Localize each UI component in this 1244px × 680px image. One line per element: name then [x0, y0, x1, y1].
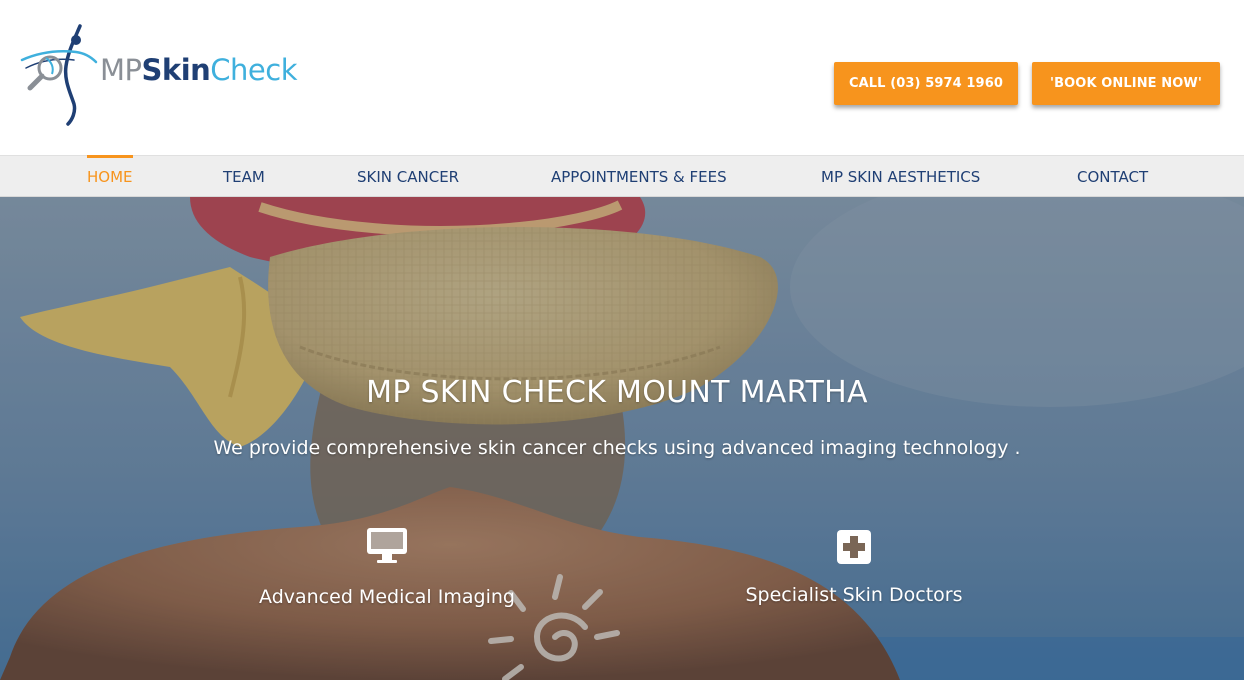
call-button[interactable]: CALL (03) 5974 1960	[834, 62, 1018, 105]
book-online-button[interactable]: 'BOOK ONLINE NOW'	[1032, 62, 1220, 105]
hero-banner: MP SKIN CHECK MOUNT MARTHA We provide co…	[0, 197, 1244, 680]
main-nav: HOME TEAM SKIN CANCER APPOINTMENTS & FEE…	[0, 155, 1244, 197]
feature-specialist-doctors: Specialist Skin Doctors	[694, 530, 1014, 606]
nav-item-skin-cancer[interactable]: SKIN CANCER	[357, 156, 459, 197]
feature-label: Specialist Skin Doctors	[745, 584, 963, 606]
desktop-monitor-icon	[367, 528, 407, 563]
logo-text-mp: MP	[100, 53, 142, 87]
feature-label: Advanced Medical Imaging	[259, 586, 515, 608]
hero-subtitle: We provide comprehensive skin cancer che…	[213, 437, 1021, 459]
site-logo[interactable]: MPSkinCheck	[18, 22, 318, 126]
logo-wordmark: MPSkinCheck	[100, 53, 297, 87]
feature-advanced-imaging: Advanced Medical Imaging	[227, 527, 547, 608]
logo-figure-icon	[20, 24, 98, 126]
nav-item-contact[interactable]: CONTACT	[1077, 156, 1148, 197]
nav-item-team[interactable]: TEAM	[223, 156, 265, 197]
logo-text-skin: Skin	[141, 53, 211, 87]
site-header: MPSkinCheck CALL (03) 5974 1960 'BOOK ON…	[0, 0, 1244, 155]
nav-item-home[interactable]: HOME	[87, 155, 133, 197]
nav-item-mp-skin-aesthetics[interactable]: MP SKIN AESTHETICS	[821, 156, 980, 197]
nav-item-appointments-fees[interactable]: APPOINTMENTS & FEES	[551, 156, 727, 197]
medical-plus-icon	[837, 530, 871, 564]
logo-text-check: Check	[210, 53, 297, 87]
hero-title: MP SKIN CHECK MOUNT MARTHA	[366, 375, 868, 410]
